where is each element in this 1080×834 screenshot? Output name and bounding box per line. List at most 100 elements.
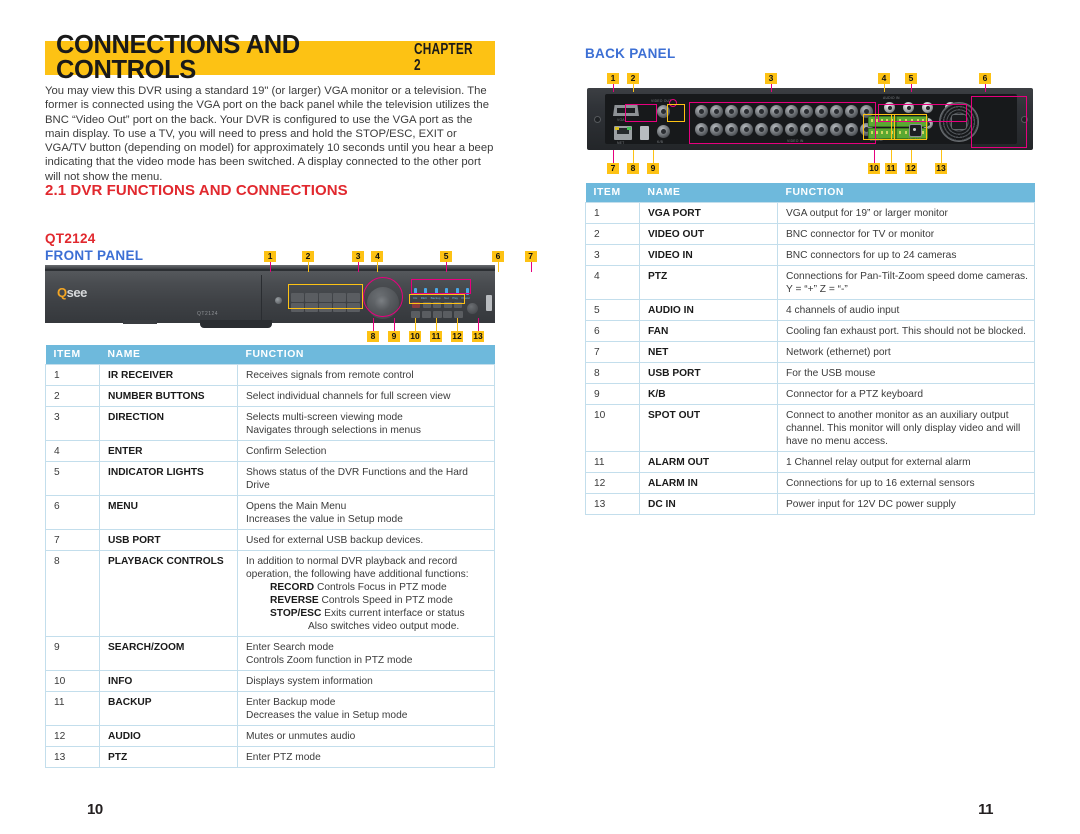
function-line: VGA output for 19” or larger monitor [786,207,948,219]
table-row: 13 PTZ Enter PTZ mode [45,746,495,768]
table-row: 3 VIDEO IN BNC connectors for up to 24 cam… [585,244,1035,266]
back-bottom-callout-10: 10 [868,163,880,174]
back-bottom-callout-11: 11 [885,163,897,174]
page-number-left: 10 [87,801,103,818]
col-function: FUNCTION [777,183,1035,203]
row-item: 2 [585,223,640,245]
table-header-row: ITEM NAME FUNCTION [585,183,1035,203]
row-function: Power input for 12V DC power supply [777,493,1035,515]
row-name: USB PORT [639,362,778,384]
back-top-leader-4 [884,84,885,92]
back-bottom-leader-7 [613,150,614,163]
function-line: Used for external USB backup devices. [246,534,424,546]
table-row: 8 USB PORT For the USB mouse [585,362,1035,384]
front-top-leader-6 [498,262,500,272]
net-led-green [627,127,631,130]
function-line: Decreases the value in Setup mode [246,709,408,721]
front-panel-foot-left [123,320,157,324]
function-line: Enter Backup mode [246,696,336,708]
function-buttons-row [411,311,463,319]
table-row: 11 ALARM OUT 1 Channel relay output for ex… [585,451,1035,473]
model-heading: QT2124 [45,231,96,246]
back-top-leader-6 [985,84,986,92]
function-keyword: STOP/ESC [270,607,322,619]
back-top-leader-2 [633,84,634,92]
row-function: Connections for Pan-Tilt-Zoom speed dome… [777,265,1035,300]
front-top-leader-2 [307,262,309,272]
row-name: AUDIO [99,725,238,747]
row-item: 3 [45,406,100,441]
front-bottom-leader-11 [436,318,437,331]
front-bottom-callout-13: 13 [472,331,484,342]
table-row: 1 IR RECEIVER Receives signals from remote… [45,364,495,386]
row-item: 10 [45,670,100,692]
front-bottom-leader-9 [394,318,395,331]
front-bottom-leader-13 [478,318,479,331]
row-item: 12 [45,725,100,747]
function-line: Connector for a PTZ keyboard [786,388,924,400]
screw-hole-left [594,116,601,123]
row-function: Confirm Selection [237,440,495,462]
row-name: USB PORT [99,529,238,551]
table-row: 2 NUMBER BUTTONS Select individual channel… [45,385,495,407]
usb-port-back [640,126,649,140]
front-bottom-callout-11: 11 [430,331,442,342]
function-line: Select individual channels for full scre… [246,390,451,402]
table-row: 5 INDICATOR LIGHTS Shows status of the DVR… [45,461,495,496]
front-bottom-callout-9: 9 [388,331,400,342]
front-top-callout-2: 2 [301,251,314,262]
back-bottom-leader-13 [941,150,942,163]
highlight-direction [363,277,403,317]
table-row: 10 SPOT OUT Connect to another monitor as … [585,404,1035,452]
row-name: K/B [639,383,778,405]
row-item: 7 [45,529,100,551]
row-function: Shows status of the DVR Functions and th… [237,461,495,496]
row-function: VGA output for 19” or larger monitor [777,202,1035,224]
col-item: ITEM [585,183,640,203]
front-top-callout-3: 3 [352,251,365,262]
row-function: Enter Search mode Controls Zoom function … [237,636,495,671]
function-line: Enter PTZ mode [246,751,321,763]
row-item: 9 [585,383,640,405]
row-function: Opens the Main Menu Increases the value i… [237,495,495,530]
back-bottom-callout-8: 8 [627,163,639,174]
row-name: PTZ [639,265,778,300]
back-table-body: 1 VGA PORT VGA output for 19” or larger mo… [585,202,1035,515]
row-item: 5 [585,299,640,321]
row-item: 13 [45,746,100,768]
row-name: NET [639,341,778,363]
back-top-callout-5: 5 [905,73,917,84]
intro-paragraph: You may view this DVR using a standard 1… [45,84,497,184]
function-line: RECORD Controls Focus in PTZ mode [270,581,447,593]
usb-port-front [486,295,492,311]
row-item: 10 [585,404,640,452]
front-bottom-leader-8 [373,318,374,331]
function-keyword: RECORD [270,581,315,593]
table-row: 6 FAN Cooling fan exhaust port. This shoul… [585,320,1035,342]
row-function: For the USB mouse [777,362,1035,384]
function-line: Increases the value in Setup mode [246,513,403,525]
function-line: STOP/ESC Exits current interface or stat… [270,607,465,619]
row-function: Connector for a PTZ keyboard [777,383,1035,405]
table-row: 2 VIDEO OUT BNC connector for TV or monito… [585,223,1035,245]
row-item: 1 [585,202,640,224]
function-line: 4 channels of audio input [786,304,900,316]
front-panel-heading: FRONT PANEL [45,248,144,263]
highlight-vga-port [625,104,657,122]
function-line: Power input for 12V DC power supply [786,498,956,510]
function-line: Shows status of the DVR Functions and th… [246,466,468,491]
row-name: DC IN [639,493,778,515]
function-line: Controls Zoom function in PTZ mode [246,654,413,666]
front-top-leader-7 [530,262,532,272]
table-row: 9 K/B Connector for a PTZ keyboard [585,383,1035,405]
row-name: ALARM OUT [639,451,778,473]
highlight-video-in [689,102,876,144]
function-line: 1 Channel relay output for external alar… [786,456,971,468]
back-bottom-leader-8 [633,150,634,163]
front-top-leader-4 [377,262,379,272]
highlight-alarm-terminal [891,114,927,140]
table-row: 4 PTZ Connections for Pan-Tilt-Zoom speed … [585,265,1035,300]
row-function: In addition to normal DVR playback and r… [237,550,495,637]
table-header-row: ITEM NAME FUNCTION [45,345,495,365]
col-name: NAME [99,345,238,365]
